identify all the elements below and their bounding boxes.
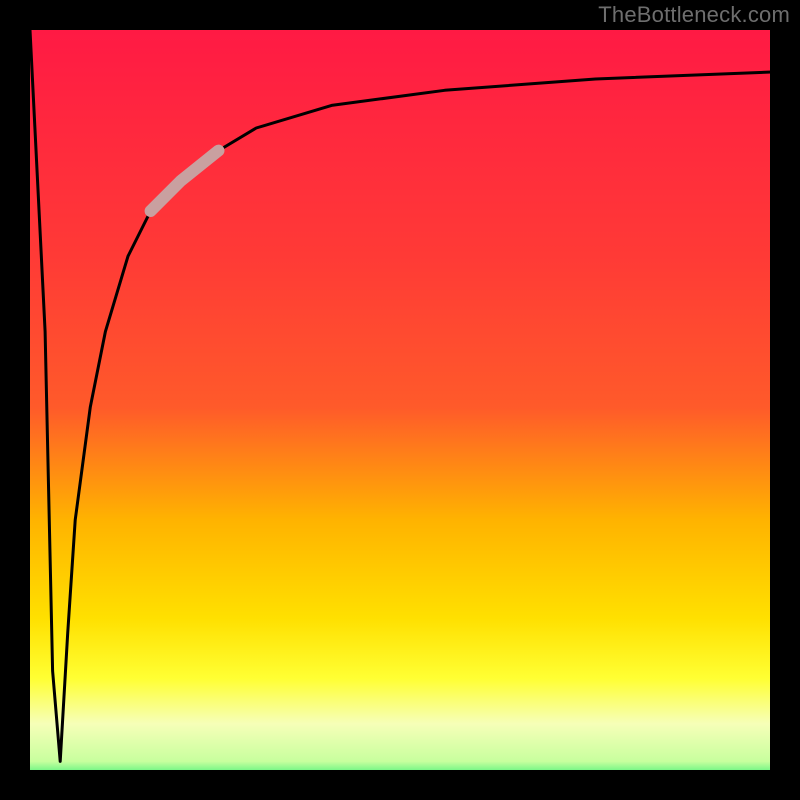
plot-background <box>30 30 784 784</box>
watermark-label: TheBottleneck.com <box>598 2 790 28</box>
chart-frame: TheBottleneck.com <box>0 0 800 800</box>
bottleneck-chart <box>0 0 800 800</box>
